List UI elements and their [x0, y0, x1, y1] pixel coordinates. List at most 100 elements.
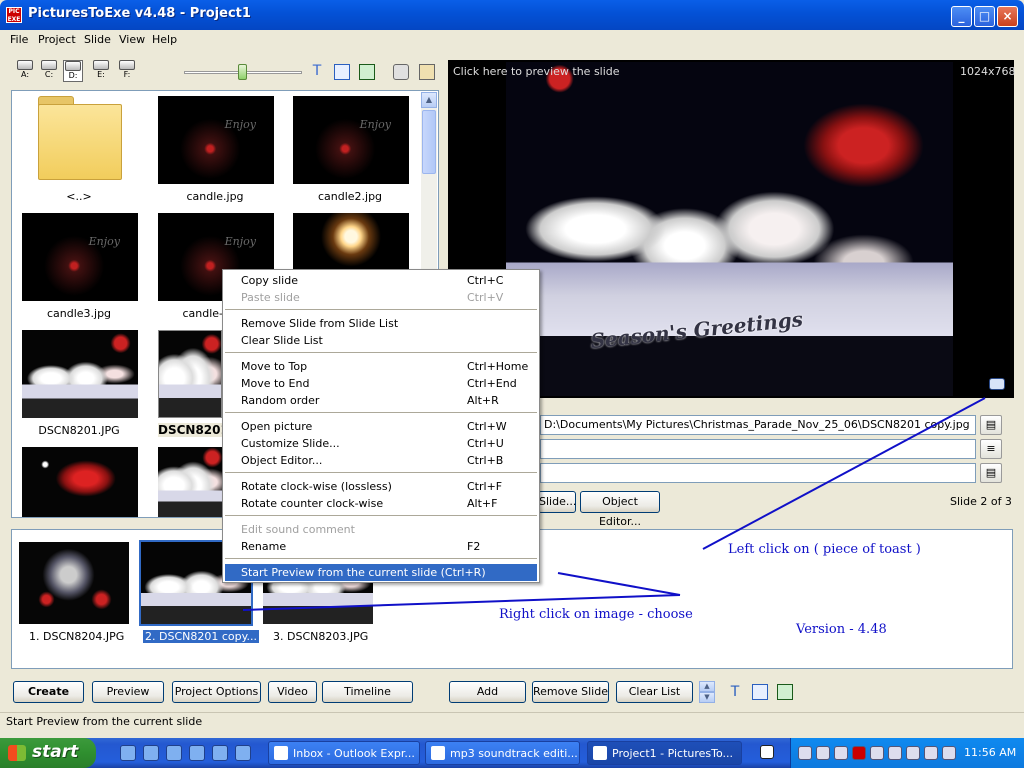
menu-help[interactable]: Help [152, 33, 177, 46]
app-icon: PIC EXE [6, 7, 22, 23]
menu-item-object-editor[interactable]: Object Editor... Ctrl+B [225, 452, 537, 469]
remove-slide-button[interactable]: Remove Slide [532, 681, 609, 703]
volume-icon[interactable] [870, 746, 884, 760]
slider-thumb[interactable] [238, 64, 247, 80]
slide-label-selected[interactable]: 2. DSCN8201 copy... [143, 630, 260, 643]
messenger-icon[interactable] [212, 745, 228, 761]
tray-icon[interactable] [834, 746, 848, 760]
file-thumbnail[interactable]: Enjoy [22, 213, 138, 301]
minimize-button[interactable]: _ [951, 6, 972, 27]
maximize-button[interactable]: □ [974, 6, 995, 27]
file-thumbnail[interactable] [293, 213, 409, 269]
menu-item-move-to-end[interactable]: Move to End Ctrl+End [225, 375, 537, 392]
tray-icon[interactable] [798, 746, 812, 760]
project-options-button[interactable]: Project Options [172, 681, 261, 703]
tray-icon[interactable] [906, 746, 920, 760]
task-outlook[interactable]: Inbox - Outlook Expr... [268, 741, 420, 765]
printer-icon[interactable] [393, 64, 409, 80]
annotation-left-click: Left click on ( piece of toast ) [728, 542, 921, 557]
app-shortcut-icon[interactable] [235, 745, 251, 761]
grid-view-icon[interactable] [752, 684, 768, 700]
menu-file[interactable]: File [10, 33, 28, 46]
title-bar[interactable]: PIC EXE PicturesToExe v4.48 - Project1 _… [0, 0, 1024, 30]
close-button[interactable]: × [997, 6, 1018, 27]
folder-up-icon[interactable] [419, 64, 435, 80]
grid-view-icon[interactable] [334, 64, 350, 80]
task-firefox[interactable]: mp3 soundtrack editi... [425, 741, 580, 765]
media-player-icon[interactable] [189, 745, 205, 761]
menu-item-random-order[interactable]: Random order Alt+R [225, 392, 537, 409]
drive-f-button[interactable]: F: [117, 60, 137, 82]
preview-hint: Click here to preview the slide [453, 65, 620, 78]
drive-label: C: [44, 70, 54, 79]
create-button[interactable]: Create [13, 681, 84, 703]
open-sound-button[interactable]: ▤ [980, 463, 1002, 483]
file-thumbnail[interactable] [158, 447, 222, 517]
comment-field[interactable] [540, 439, 976, 459]
help-icon[interactable] [760, 745, 774, 759]
menu-item-open-picture[interactable]: Open picture Ctrl+W [225, 418, 537, 435]
folder-icon[interactable] [38, 96, 122, 180]
video-button[interactable]: Video [268, 681, 317, 703]
text-tool-icon[interactable]: T [309, 63, 325, 79]
menu-item-copy-slide[interactable]: Copy slide Ctrl+C [225, 272, 537, 289]
menu-item-rotate-clockwise[interactable]: Rotate clock-wise (lossless) Ctrl+F [225, 478, 537, 495]
file-thumbnail[interactable] [22, 330, 138, 418]
sound-field[interactable] [540, 463, 976, 483]
menu-item-customize-slide[interactable]: Customize Slide... Ctrl+U [225, 435, 537, 452]
preview-button[interactable]: Preview [92, 681, 164, 703]
thumb-caption: Enjoy [224, 118, 256, 131]
preview-image[interactable] [506, 62, 953, 396]
menu-slide[interactable]: Slide [84, 33, 111, 46]
file-thumbnail[interactable]: Enjoy [158, 96, 274, 184]
menu-project[interactable]: Project [38, 33, 76, 46]
customize-slide-button[interactable]: Slide... [538, 491, 576, 513]
clear-list-button[interactable]: Clear List [616, 681, 693, 703]
task-picturestoexe[interactable]: Project1 - PicturesTo... [587, 741, 742, 765]
toast-icon[interactable] [989, 378, 1005, 390]
object-editor-button[interactable]: Object Editor... [580, 491, 660, 528]
menu-item-move-to-top[interactable]: Move to Top Ctrl+Home [225, 358, 537, 375]
drive-e-button[interactable]: E: [91, 60, 111, 82]
drive-label: E: [97, 70, 105, 79]
timeline-button[interactable]: Timeline [322, 681, 413, 703]
folder-open-icon: ▤ [985, 418, 997, 431]
tray-icon[interactable] [852, 746, 866, 760]
picture-path-field[interactable]: D:\Documents\My Pictures\Christmas_Parad… [540, 415, 976, 435]
file-label: DSCN8201.JPG [38, 424, 120, 437]
drive-a-button[interactable]: A: [15, 60, 35, 82]
menu-item-rename[interactable]: Rename F2 [225, 538, 537, 555]
search-icon[interactable] [166, 745, 182, 761]
move-down-button[interactable]: ▼ [699, 692, 715, 703]
slide-thumbnail[interactable] [19, 542, 129, 624]
file-thumbnail-selected[interactable] [158, 330, 222, 418]
tray-icon[interactable] [888, 746, 902, 760]
tray-icon[interactable] [816, 746, 830, 760]
scroll-up-button[interactable]: ▲ [421, 92, 437, 108]
file-thumbnail[interactable] [22, 447, 138, 517]
open-picture-button[interactable]: ▤ [980, 415, 1002, 435]
tray-icon[interactable] [942, 746, 956, 760]
menu-view[interactable]: View [119, 33, 145, 46]
add-button[interactable]: Add [449, 681, 526, 703]
export-icon[interactable] [777, 684, 793, 700]
desktop-icon[interactable] [143, 745, 159, 761]
notes-button[interactable]: ≡ [980, 439, 1002, 459]
windows-logo-icon [8, 745, 26, 761]
menu-item-paste-slide: Paste slide Ctrl+V [241, 291, 504, 304]
export-icon[interactable] [359, 64, 375, 80]
menu-item-clear-slide-list[interactable]: Clear Slide List [225, 332, 537, 349]
menu-item-rotate-counter-clockwise[interactable]: Rotate counter clock-wise Alt+F [225, 495, 537, 512]
file-thumbnail[interactable]: Enjoy [293, 96, 409, 184]
move-up-button[interactable]: ▲ [699, 681, 715, 692]
thumb-caption: Enjoy [359, 118, 391, 131]
ie-icon[interactable] [120, 745, 136, 761]
tray-icon[interactable] [924, 746, 938, 760]
clock: 11:56 AM [964, 746, 1017, 759]
drive-c-button[interactable]: C: [39, 60, 59, 82]
menu-item-remove-slide[interactable]: Remove Slide from Slide List [225, 315, 537, 332]
drive-d-button[interactable]: D: [63, 60, 83, 82]
menu-item-start-preview[interactable]: Start Preview from the current slide (Ct… [225, 564, 537, 581]
text-tool-icon[interactable]: T [727, 684, 743, 700]
scroll-thumb[interactable] [422, 110, 436, 174]
